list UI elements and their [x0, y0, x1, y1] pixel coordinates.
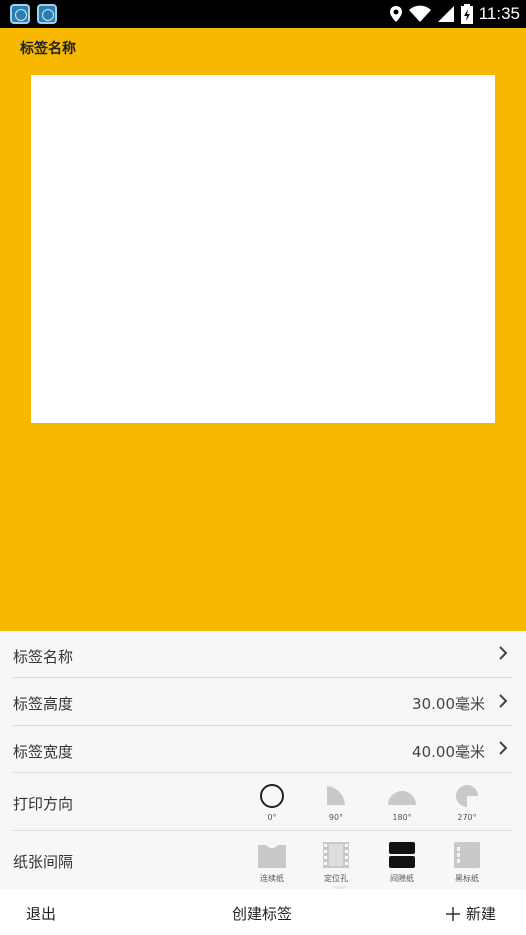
- battery-icon: [460, 4, 473, 24]
- half-circle-icon: [388, 791, 416, 805]
- label-width-row[interactable]: 标签宽度 40.00毫米: [13, 726, 513, 773]
- direction-option-90[interactable]: 90°: [311, 783, 361, 822]
- print-direction-row: 打印方向 0° 90° 180° 270°: [13, 773, 513, 831]
- settings-panel: 标签名称 标签高度 30.00毫米 标签宽度 40.00毫米 打印方向 0° 9…: [0, 631, 526, 889]
- wifi-icon: [408, 5, 431, 22]
- label-width-value: 40.00毫米: [412, 743, 485, 761]
- paper-caption: 连续纸: [260, 874, 284, 883]
- label-name-row[interactable]: 标签名称: [13, 631, 513, 678]
- bottom-bar: 退出 创建标签 新建: [0, 889, 526, 935]
- black-mark-paper-icon: [454, 842, 480, 868]
- status-time: 11:35: [478, 4, 520, 23]
- direction-caption: 0°: [267, 813, 277, 822]
- paper-option-locating-hole[interactable]: 定位孔: [311, 841, 361, 884]
- plus-icon: [446, 906, 460, 921]
- three-quarter-circle-icon: [456, 785, 478, 807]
- direction-option-270[interactable]: 270°: [442, 783, 492, 822]
- paper-gap-label: 纸张间隔: [13, 853, 74, 871]
- paper-caption: 定位孔: [324, 874, 348, 883]
- label-height-label: 标签高度: [13, 695, 74, 713]
- locating-hole-icon: [323, 842, 349, 868]
- paper-option-gap[interactable]: 间隙纸: [377, 841, 427, 884]
- continuous-paper-icon: [258, 845, 286, 868]
- chevron-right-icon: [499, 741, 508, 755]
- paper-gap-row: 纸张间隔 连续纸 定位孔 间隙纸 黑标纸: [13, 831, 513, 889]
- gap-paper-icon: [389, 842, 415, 868]
- direction-caption: 270°: [457, 813, 477, 822]
- paper-option-black-mark[interactable]: 黑标纸: [442, 841, 492, 884]
- paper-caption: 黑标纸: [455, 874, 479, 883]
- label-height-value: 30.00毫米: [412, 695, 485, 713]
- label-height-row[interactable]: 标签高度 30.00毫米: [13, 678, 513, 726]
- signal-icon: [437, 6, 454, 22]
- direction-caption: 90°: [328, 813, 344, 822]
- circle-full-icon: [260, 784, 284, 808]
- status-bar: 11:35: [0, 0, 526, 28]
- direction-option-0[interactable]: 0°: [247, 783, 297, 822]
- direction-option-180[interactable]: 180°: [377, 783, 427, 822]
- paper-option-continuous[interactable]: 连续纸: [247, 841, 297, 884]
- notification-app-icon: [37, 4, 57, 24]
- label-width-label: 标签宽度: [13, 743, 74, 761]
- exit-button[interactable]: 退出: [26, 903, 56, 924]
- print-direction-label: 打印方向: [13, 795, 74, 813]
- paper-caption: 间隙纸: [390, 874, 414, 883]
- chevron-right-icon: [499, 646, 508, 660]
- direction-caption: 180°: [392, 813, 412, 822]
- label-title: 标签名称: [20, 41, 76, 57]
- label-canvas[interactable]: [31, 75, 495, 423]
- location-icon: [389, 6, 402, 22]
- notification-app-icon: [10, 4, 30, 24]
- chevron-right-icon: [499, 694, 508, 708]
- new-button-label: 新建: [466, 905, 497, 923]
- label-name-label: 标签名称: [13, 648, 74, 666]
- new-button[interactable]: 新建: [446, 903, 496, 924]
- quarter-circle-icon: [327, 786, 345, 805]
- create-label-title: 创建标签: [232, 905, 293, 923]
